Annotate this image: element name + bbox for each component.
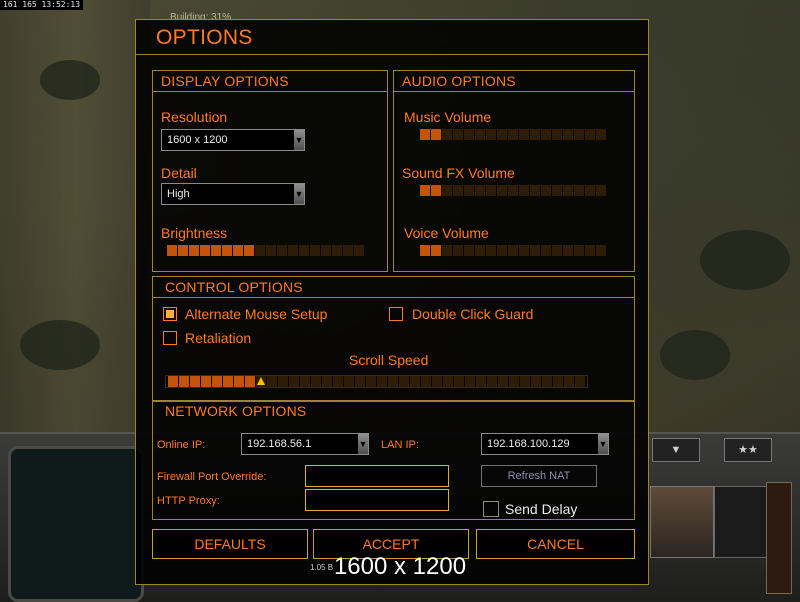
build-slot[interactable] [714, 486, 772, 558]
unit-portrait[interactable] [650, 486, 714, 558]
http-proxy-input[interactable] [305, 489, 449, 511]
resolution-dropdown[interactable]: 1600 x 1200 ▼ [161, 129, 305, 151]
lan-ip-label: LAN IP: [381, 439, 419, 451]
detail-value: High [167, 188, 190, 200]
send-delay-label[interactable]: Send Delay [505, 501, 577, 517]
detail-label: Detail [161, 165, 197, 181]
online-ip-dropdown[interactable]: 192.168.56.1 ▼ [241, 433, 369, 455]
lan-ip-dropdown[interactable]: 192.168.100.129 ▼ [481, 433, 609, 455]
detail-dropdown[interactable]: High ▼ [161, 183, 305, 205]
hud-rank-button[interactable]: ★★ [724, 438, 772, 462]
retaliation-checkbox[interactable] [163, 331, 177, 345]
terrain-tree [660, 330, 730, 380]
control-options-header: CONTROL OPTIONS [153, 277, 634, 298]
double-click-guard-label[interactable]: Double Click Guard [412, 306, 533, 322]
sound-fx-volume-label: Sound FX Volume [402, 165, 515, 181]
terrain-tree [20, 320, 100, 370]
options-dialog: OPTIONS DISPLAY OPTIONS Resolution 1600 … [135, 19, 649, 585]
scroll-speed-thumb-icon[interactable] [257, 377, 265, 385]
voice-volume-label: Voice Volume [404, 225, 489, 241]
brightness-label: Brightness [161, 225, 228, 241]
hud-chevron-button[interactable]: ▼ [652, 438, 700, 462]
music-volume-label: Music Volume [404, 109, 492, 125]
scroll-speed-slider[interactable] [165, 375, 588, 388]
send-delay-checkbox[interactable] [483, 501, 499, 517]
http-proxy-label: HTTP Proxy: [157, 495, 220, 507]
chevron-down-icon[interactable]: ▼ [598, 434, 608, 454]
sound-fx-volume-slider[interactable] [420, 185, 606, 196]
firewall-port-label: Firewall Port Override: [157, 471, 267, 483]
audio-options-header: AUDIO OPTIONS [394, 71, 634, 92]
resolution-label: Resolution [161, 109, 228, 125]
resolution-value: 1600 x 1200 [167, 134, 228, 146]
scroll-speed-label: Scroll Speed [349, 352, 429, 368]
control-options-panel: CONTROL OPTIONS Alternate Mouse Setup Do… [152, 276, 635, 402]
display-options-panel: DISPLAY OPTIONS Resolution 1600 x 1200 ▼… [152, 70, 388, 272]
refresh-nat-button[interactable]: Refresh NAT [481, 465, 597, 487]
resource-status-bar: 161 165 13:52:13 [0, 0, 84, 10]
online-ip-label: Online IP: [157, 439, 206, 451]
terrain-tree [700, 230, 790, 290]
lan-ip-value: 192.168.100.129 [487, 438, 570, 450]
brightness-slider[interactable] [167, 245, 364, 256]
music-volume-slider[interactable] [420, 129, 606, 140]
alternate-mouse-checkbox[interactable] [163, 307, 177, 321]
online-ip-value: 192.168.56.1 [247, 438, 312, 450]
audio-options-panel: AUDIO OPTIONS Music Volume Sound FX Volu… [393, 70, 635, 272]
firewall-port-input[interactable] [305, 465, 449, 487]
display-options-header: DISPLAY OPTIONS [153, 71, 387, 92]
terrain-tree [40, 60, 100, 100]
resolution-tooltip: 1600 x 1200 [333, 553, 467, 580]
double-click-guard-checkbox[interactable] [389, 307, 403, 321]
chevron-down-icon[interactable]: ▼ [294, 184, 304, 204]
alternate-mouse-label[interactable]: Alternate Mouse Setup [185, 306, 327, 322]
network-options-header: NETWORK OPTIONS [165, 403, 307, 419]
voice-volume-slider[interactable] [420, 245, 606, 256]
network-options-panel: NETWORK OPTIONS Online IP: 192.168.56.1 … [152, 400, 635, 520]
chevron-down-icon[interactable]: ▼ [358, 434, 368, 454]
title-divider [136, 54, 648, 55]
chevron-down-icon[interactable]: ▼ [294, 130, 304, 150]
dialog-title: OPTIONS [156, 26, 253, 49]
retaliation-label[interactable]: Retaliation [185, 330, 251, 346]
